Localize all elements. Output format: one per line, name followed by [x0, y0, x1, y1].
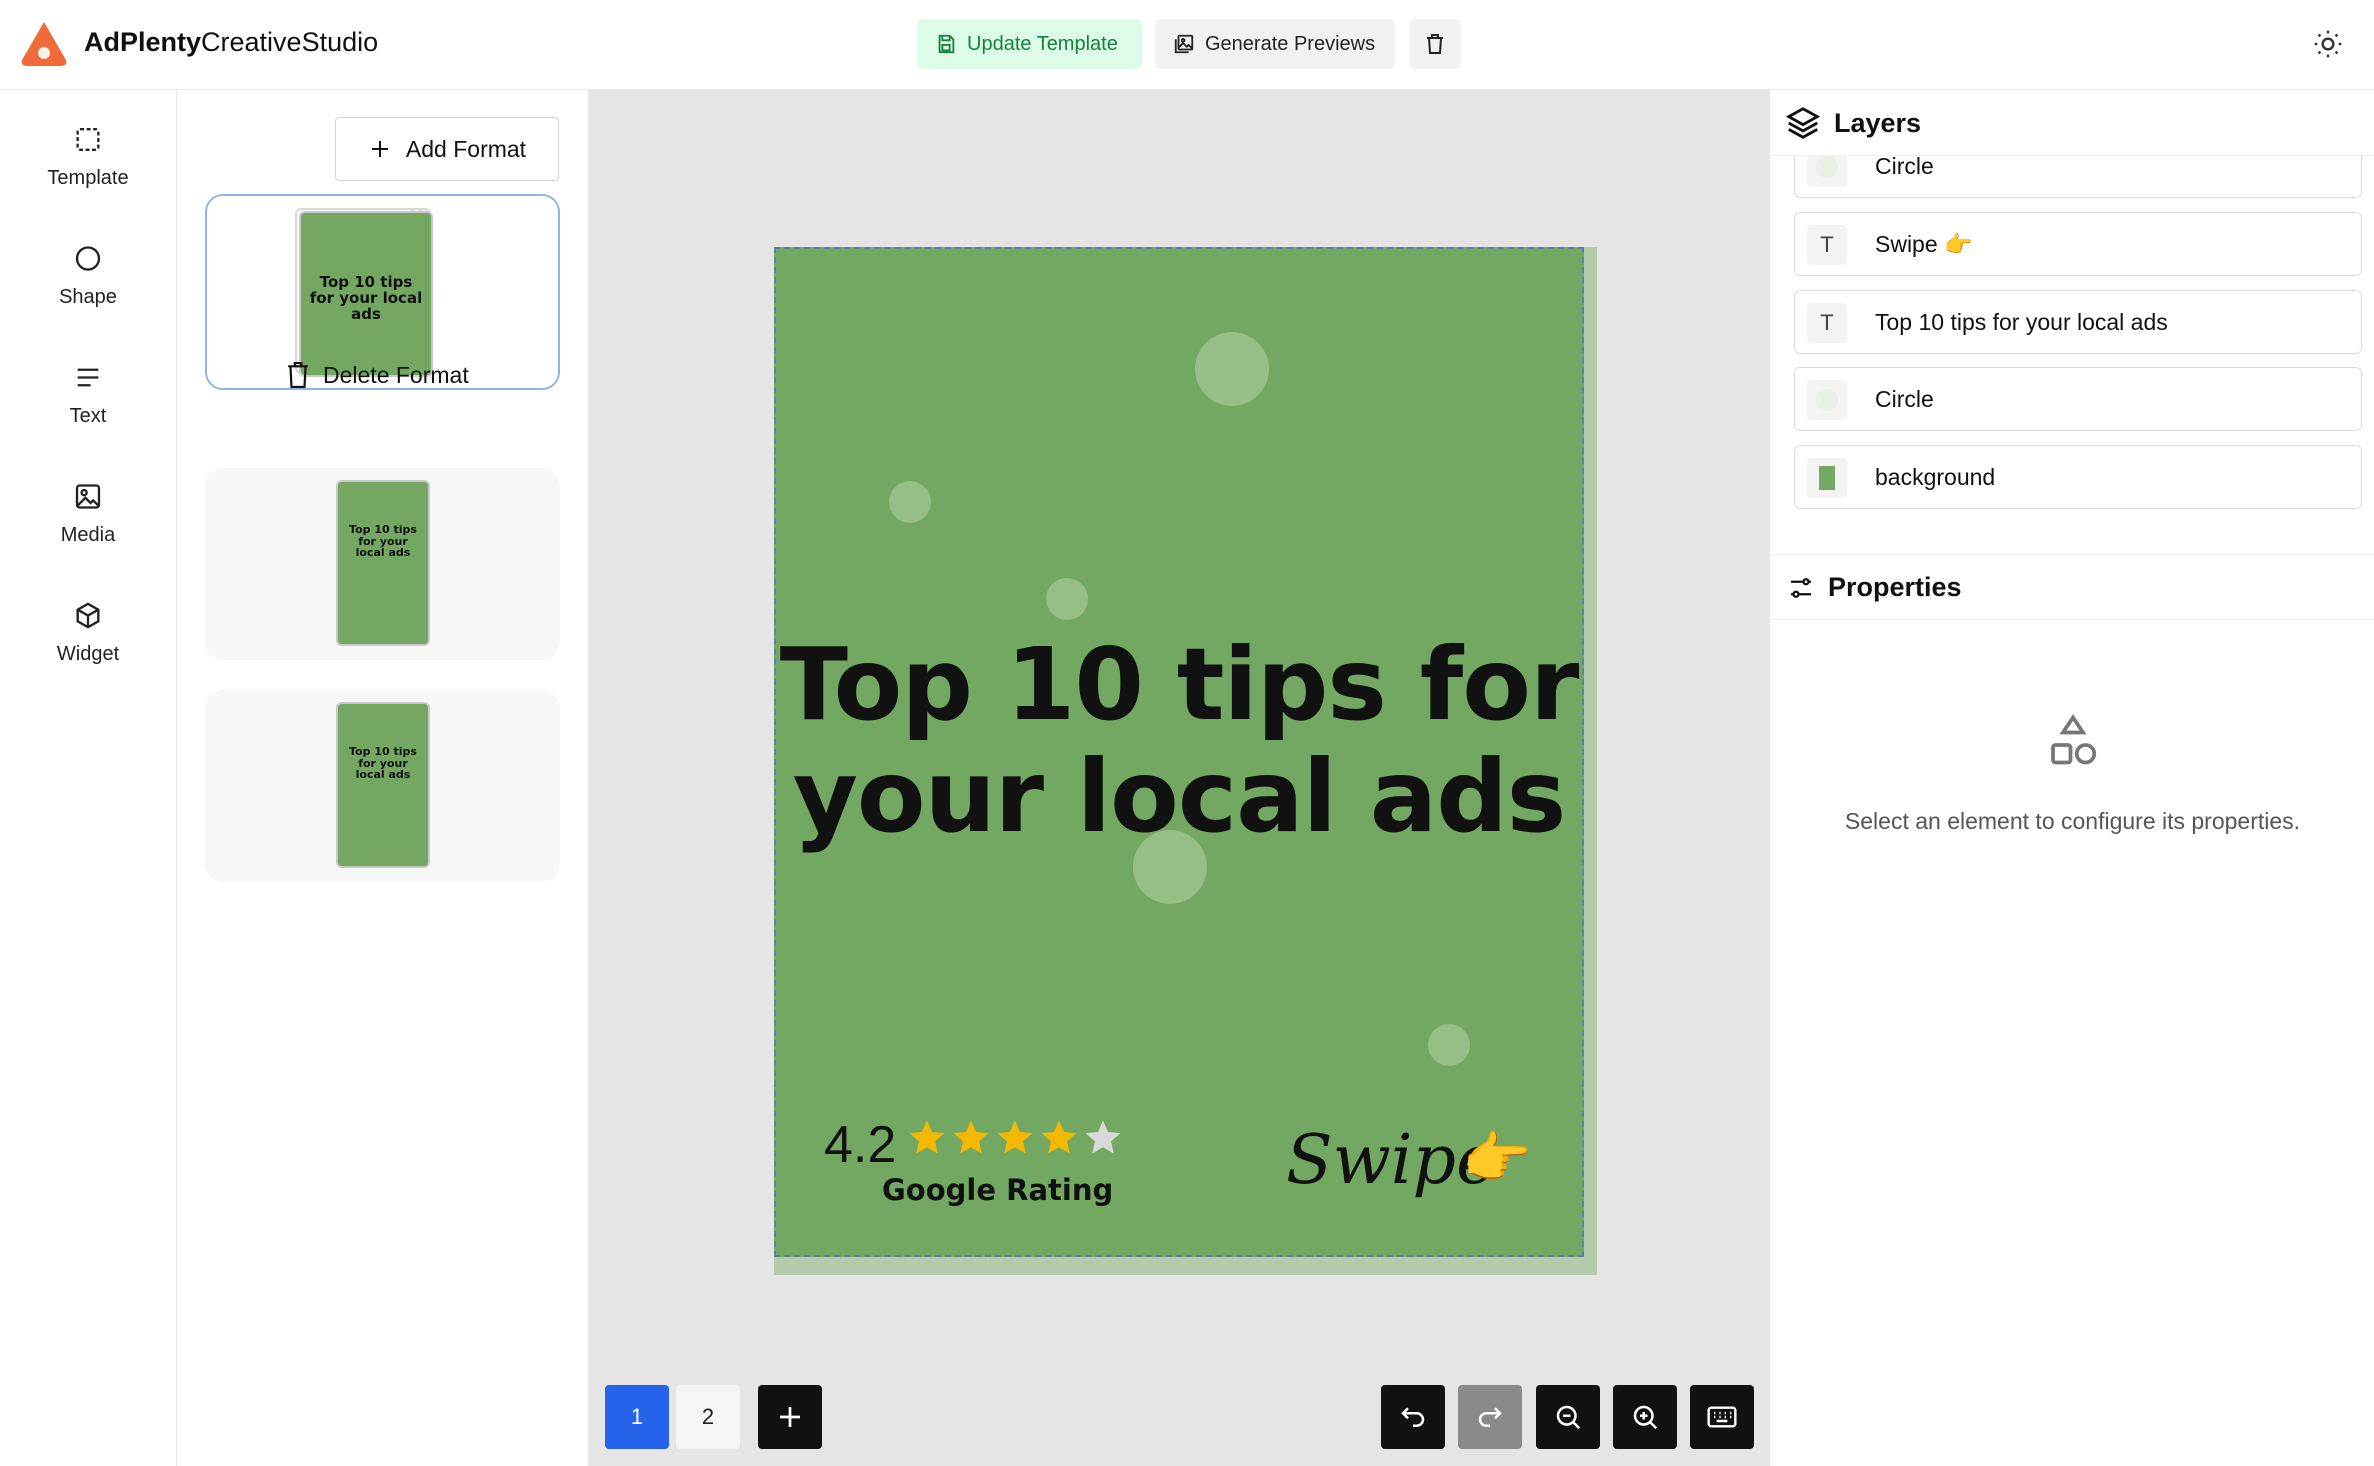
delete-format-button[interactable]: Delete Format	[285, 360, 469, 390]
star-empty-icon	[1085, 1120, 1121, 1154]
headline-text[interactable]: Top 10 tips for your local ads	[776, 629, 1582, 853]
canvas-area: Top 10 tips for your local ads 4.2 Googl…	[588, 90, 1769, 1466]
plus-icon	[780, 1407, 800, 1427]
redo-button[interactable]	[1458, 1385, 1522, 1449]
generate-previews-button[interactable]: Generate Previews	[1155, 19, 1395, 69]
star-filled-icon	[953, 1120, 989, 1154]
text-layer-icon: T	[1807, 225, 1847, 265]
circle-layer-icon	[1807, 380, 1847, 420]
text-icon	[77, 368, 99, 387]
update-template-button[interactable]: Update Template	[917, 19, 1142, 69]
rect-layer-icon	[1807, 458, 1847, 498]
layer-item-headline[interactable]: T Top 10 tips for your local ads	[1794, 290, 2362, 354]
formats-panel: Add Format Top 10 tips for your local ad…	[177, 90, 588, 1466]
widget-icon	[76, 602, 100, 629]
format-card[interactable]: Top 10 tips for your local ads	[205, 468, 560, 660]
app-brand: AdPlentyCreativeStudio	[84, 27, 379, 57]
circle-shape[interactable]	[1428, 1024, 1470, 1066]
tool-sidebar: Template Shape Text Media Widget	[0, 90, 177, 1466]
page-1-button[interactable]: 1	[605, 1385, 669, 1449]
artboard[interactable]: Top 10 tips for your local ads 4.2 Googl…	[774, 247, 1584, 1257]
right-panel: Layers Circle T Swipe 👉 T Top 10 tips fo…	[1769, 90, 2374, 1466]
star-filled-icon	[909, 1120, 945, 1154]
properties-header: Properties	[1770, 554, 2374, 620]
layer-item-background[interactable]: background	[1794, 445, 2362, 509]
keyboard-shortcuts-button[interactable]	[1690, 1385, 1754, 1449]
template-icon	[76, 128, 100, 151]
undo-button[interactable]	[1381, 1385, 1445, 1449]
media-icon	[75, 484, 101, 509]
format-thumbnail: Top 10 tips for your local ads	[299, 211, 433, 377]
zoom-in-icon	[1633, 1405, 1658, 1430]
delete-template-button[interactable]	[1409, 19, 1461, 69]
redo-icon	[1478, 1407, 1502, 1427]
save-icon	[938, 34, 955, 54]
app-logo	[20, 20, 68, 68]
nav-widget[interactable]: Widget	[0, 566, 176, 666]
star-filled-icon	[1041, 1120, 1077, 1154]
shape-icon	[75, 246, 101, 271]
nav-media[interactable]: Media	[0, 447, 176, 547]
format-thumbnail: Top 10 tips for your local ads	[336, 480, 430, 646]
format-card[interactable]: Top 10 tips for your local ads	[205, 690, 560, 882]
rating-value[interactable]: 4.2	[824, 1115, 896, 1175]
add-format-button[interactable]: Add Format	[335, 117, 559, 181]
zoom-out-icon	[1556, 1405, 1581, 1430]
plus-icon	[371, 141, 388, 157]
trash-icon	[288, 362, 308, 388]
page-2-button[interactable]: 2	[676, 1385, 740, 1449]
shapes-icon	[2051, 714, 2097, 765]
layers-header: Layers	[1770, 90, 2374, 156]
layer-item-swipe[interactable]: T Swipe 👉	[1794, 212, 2362, 276]
zoom-in-button[interactable]	[1613, 1385, 1677, 1449]
star-filled-icon	[997, 1120, 1033, 1154]
rating-stars[interactable]	[906, 1117, 1124, 1159]
layer-item-circle[interactable]: Circle	[1794, 367, 2362, 431]
sliders-icon	[1791, 578, 1811, 598]
undo-icon	[1401, 1407, 1425, 1427]
app-header: AdPlentyCreativeStudio Update Template G…	[0, 0, 2374, 90]
nav-text[interactable]: Text	[0, 328, 176, 428]
add-page-button[interactable]	[758, 1385, 822, 1449]
nav-shape[interactable]: Shape	[0, 209, 176, 309]
circle-shape[interactable]	[1195, 332, 1269, 406]
circle-shape[interactable]	[889, 481, 931, 523]
layers-icon	[1785, 107, 1821, 139]
keyboard-icon	[1707, 1406, 1737, 1428]
images-icon	[1174, 34, 1194, 54]
text-layer-icon: T	[1807, 303, 1847, 343]
theme-toggle-sun-icon[interactable]	[2312, 28, 2344, 60]
zoom-out-button[interactable]	[1536, 1385, 1600, 1449]
format-thumbnail: Top 10 tips for your local ads	[336, 702, 430, 868]
nav-template[interactable]: Template	[0, 90, 176, 190]
properties-empty-message: Select an element to configure its prope…	[1844, 808, 2301, 834]
trash-icon	[1427, 34, 1443, 54]
pointing-hand-icon: 👉	[1462, 1126, 1532, 1189]
rating-label[interactable]: Google Rating	[882, 1173, 1113, 1207]
circle-shape[interactable]	[1046, 578, 1088, 620]
